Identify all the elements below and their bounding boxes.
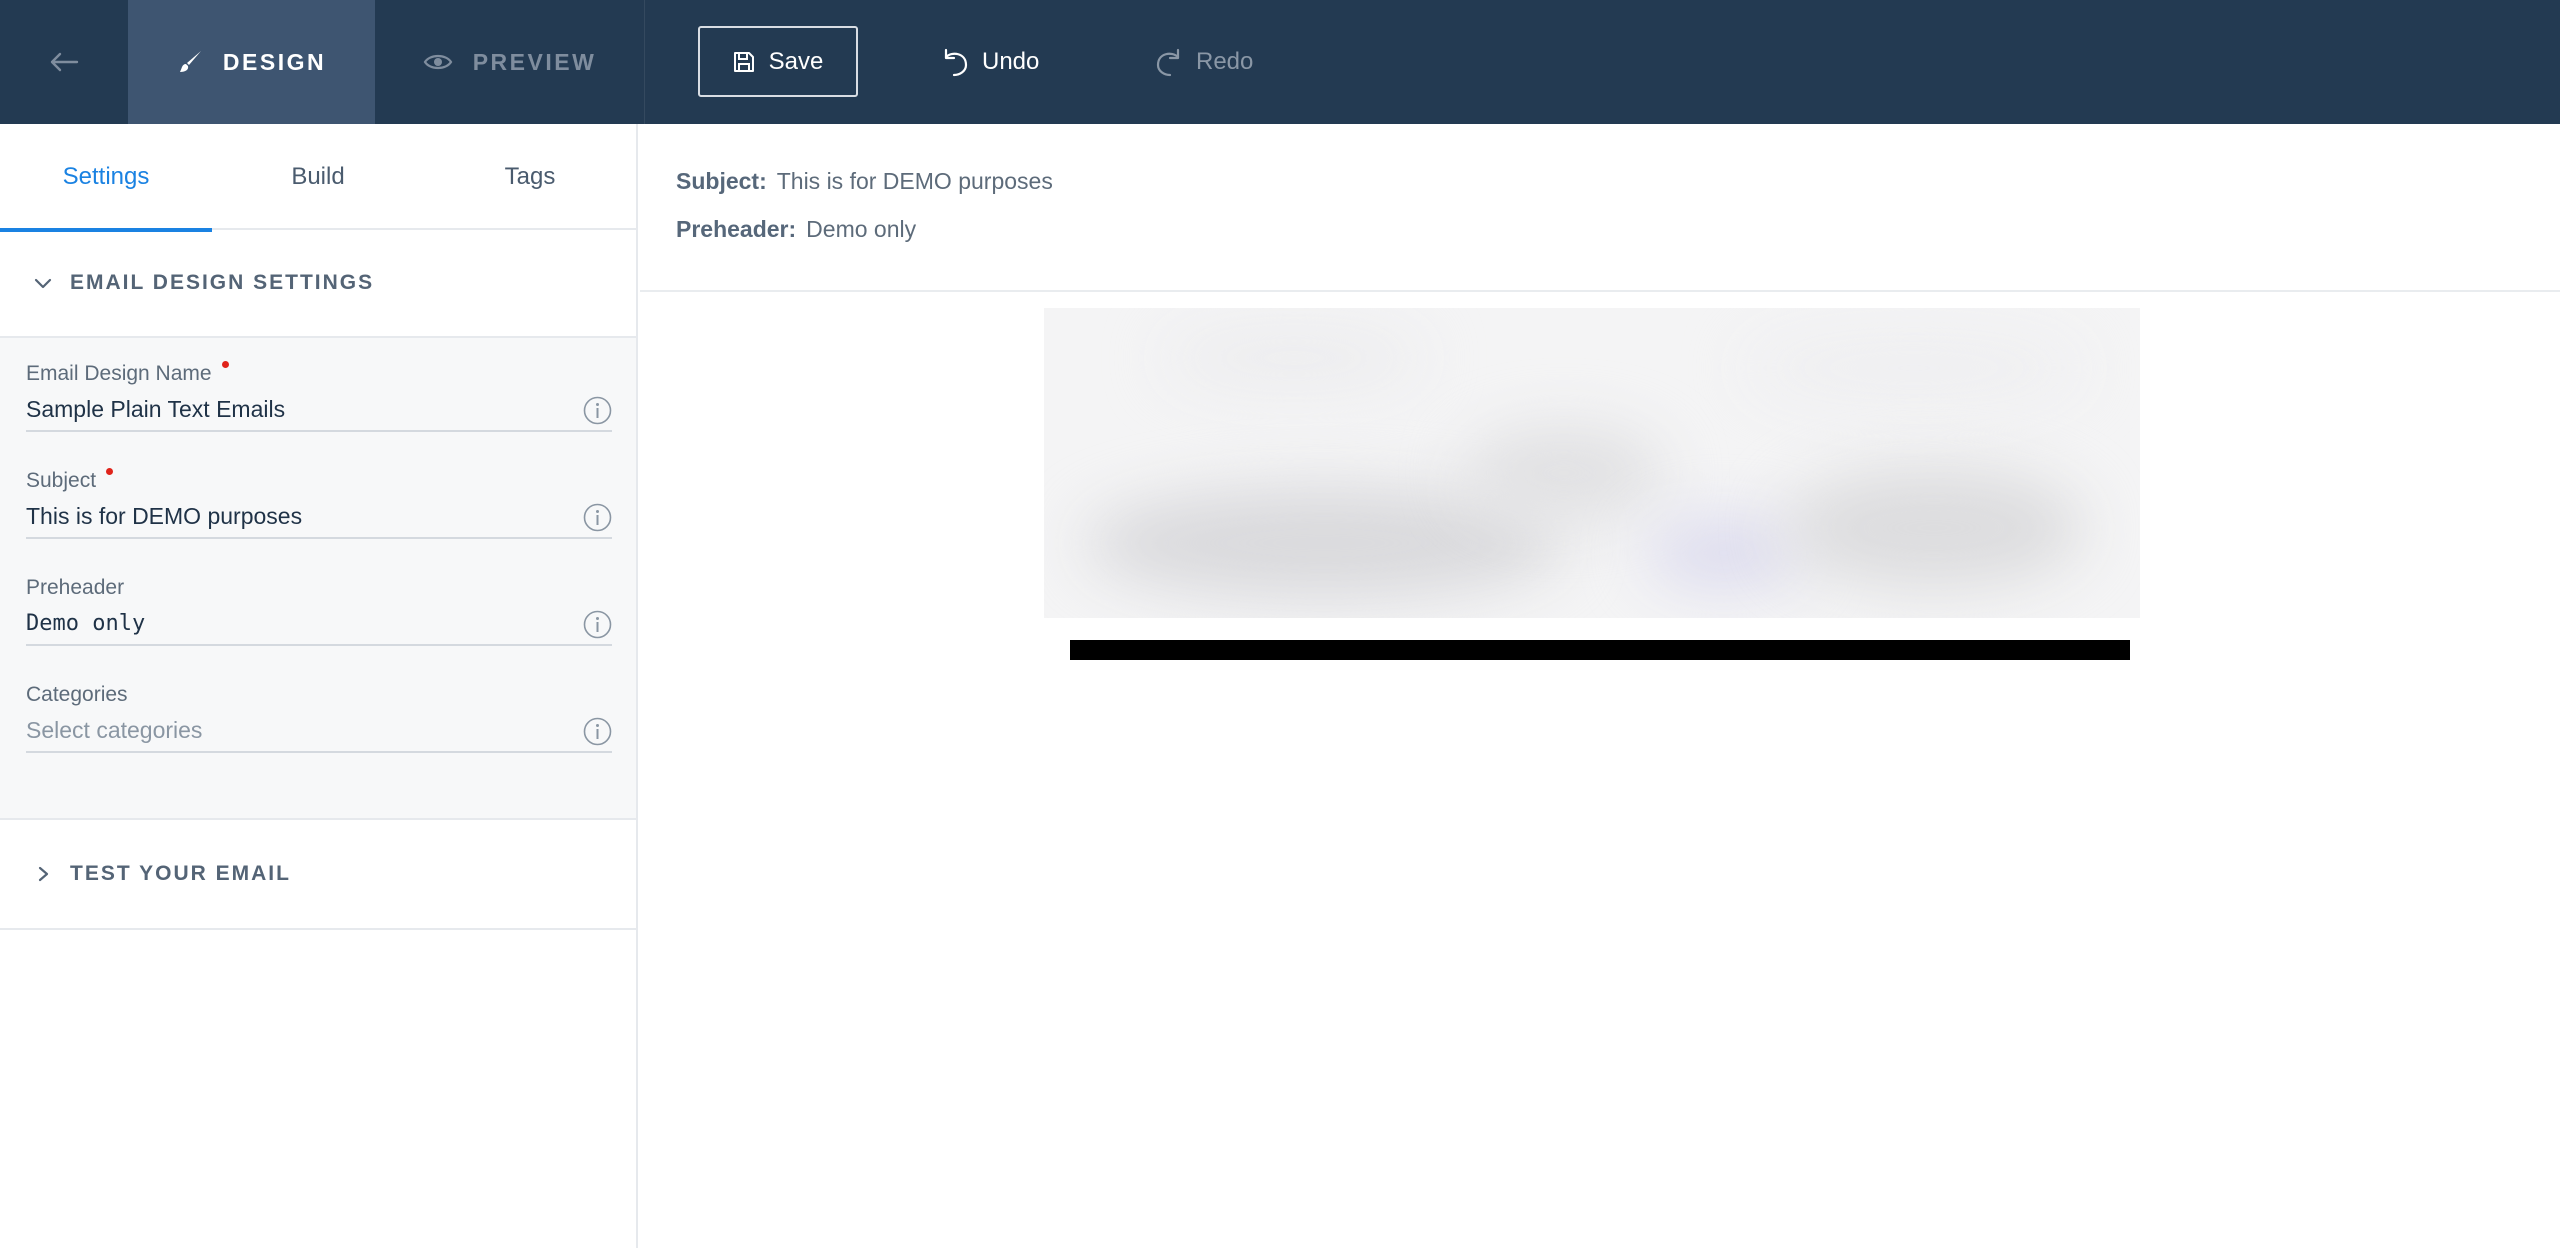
categories-field: Categories Select categories (26, 681, 612, 753)
tab-preview[interactable]: PREVIEW (375, 0, 645, 124)
redo-button[interactable]: Redo (1152, 26, 1272, 97)
undo-icon (944, 48, 968, 76)
subject-input[interactable]: This is for DEMO purposes (26, 495, 612, 539)
chevron-down-icon (34, 278, 52, 289)
preheader-value: Demo only (26, 610, 146, 636)
preview-preheader-value: Demo only (806, 216, 917, 242)
email-design-settings-title: EMAIL DESIGN SETTINGS (70, 271, 375, 294)
info-icon[interactable] (583, 610, 612, 639)
design-name-field: Email Design Name Sample Plain Text Emai… (26, 360, 612, 432)
email-preview-pane: Subject: This is for DEMO purposes Prehe… (640, 124, 2560, 1248)
settings-sidebar: Settings Build Tags EMAIL DESIGN SETTING… (0, 124, 638, 1248)
categories-select[interactable]: Select categories (26, 709, 612, 753)
email-meta-header: Subject: This is for DEMO purposes Prehe… (640, 124, 2560, 292)
save-button-label: Save (768, 47, 824, 75)
tab-design-label: DESIGN (222, 48, 327, 75)
preview-subject-row: Subject: This is for DEMO purposes (676, 168, 1053, 195)
tab-settings[interactable]: Settings (0, 124, 212, 232)
required-indicator (106, 468, 114, 475)
eye-icon (423, 54, 453, 70)
tab-design[interactable]: DESIGN (128, 0, 375, 124)
preview-subject-value: This is for DEMO purposes (776, 168, 1053, 194)
back-button[interactable] (0, 0, 128, 124)
info-icon[interactable] (583, 717, 612, 746)
categories-placeholder: Select categories (26, 716, 203, 743)
save-button[interactable]: Save (698, 26, 858, 97)
preview-preheader-key: Preheader: (676, 216, 797, 242)
test-your-email-toggle[interactable]: TEST YOUR EMAIL (0, 820, 636, 930)
preheader-input[interactable]: Demo only (26, 602, 612, 646)
subject-label: Subject (26, 469, 97, 492)
preview-subject-key: Subject: (676, 168, 767, 194)
paintbrush-icon (179, 51, 201, 72)
categories-label: Categories (26, 683, 128, 706)
content-divider-bar[interactable] (1070, 640, 2130, 660)
redo-icon (1156, 48, 1180, 76)
preheader-field: Preheader Demo only (26, 574, 612, 646)
test-your-email-title: TEST YOUR EMAIL (70, 862, 291, 885)
tab-build[interactable]: Build (212, 124, 424, 230)
top-toolbar: DESIGN PREVIEW Save Undo Redo (0, 0, 2560, 124)
email-design-settings-form: Email Design Name Sample Plain Text Emai… (0, 338, 636, 820)
tab-preview-label: PREVIEW (472, 48, 597, 75)
tab-tags[interactable]: Tags (424, 124, 636, 230)
design-name-value: Sample Plain Text Emails (26, 395, 286, 422)
subject-value: This is for DEMO purposes (26, 502, 303, 529)
sidebar-tabs: Settings Build Tags (0, 124, 636, 232)
email-design-settings-toggle[interactable]: EMAIL DESIGN SETTINGS (0, 230, 636, 338)
undo-button[interactable]: Undo (938, 26, 1058, 97)
chevron-right-icon (38, 866, 49, 882)
floppy-disk-icon (733, 51, 754, 72)
preview-preheader-row: Preheader: Demo only (676, 216, 916, 243)
design-name-label: Email Design Name (26, 362, 212, 385)
redo-button-label: Redo (1196, 47, 1254, 75)
required-indicator (221, 361, 229, 368)
info-icon[interactable] (583, 503, 612, 532)
preheader-label: Preheader (26, 576, 125, 599)
undo-button-label: Undo (982, 47, 1040, 75)
info-icon[interactable] (583, 396, 612, 425)
arrow-left-icon (50, 52, 79, 72)
subject-field: Subject This is for DEMO purposes (26, 467, 612, 539)
design-name-input[interactable]: Sample Plain Text Emails (26, 388, 612, 432)
blurred-header-image[interactable] (1044, 308, 2140, 618)
email-canvas[interactable] (640, 292, 2560, 1248)
